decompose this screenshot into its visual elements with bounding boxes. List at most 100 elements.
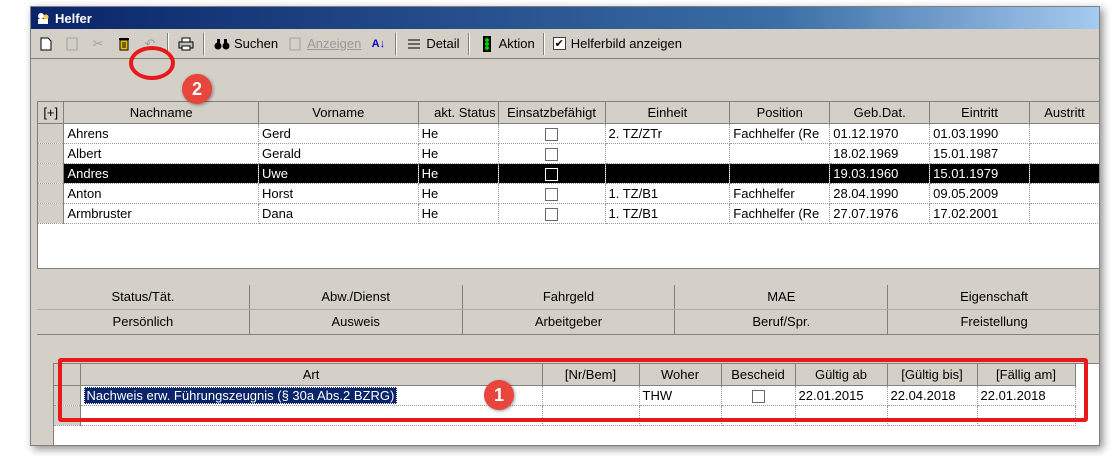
geb-cell[interactable]: 27.07.1976	[829, 203, 931, 224]
tab-row-1: Status/Tät. Abw./Dienst Fahrgeld MAE Eig…	[37, 285, 1099, 310]
position-cell[interactable]	[729, 163, 831, 184]
einsatzbefaehigt-cell[interactable]	[498, 163, 606, 184]
table-row[interactable]: Albert Gerald He 18.02.1969 15.01.1987	[38, 143, 1099, 164]
eintritt-cell[interactable]: 09.05.2009	[929, 183, 1031, 204]
print-button[interactable]	[173, 32, 199, 56]
tab-fahrgeld[interactable]: Fahrgeld	[463, 285, 676, 309]
status-cell[interactable]: He	[418, 123, 499, 144]
einsatzbefaehigt-checkbox[interactable]	[545, 127, 559, 141]
column-header[interactable]: akt. Status	[418, 102, 499, 124]
column-header[interactable]: Nachname	[63, 102, 260, 124]
trash-icon	[115, 35, 133, 53]
eintritt-cell[interactable]: 15.01.1979	[929, 163, 1031, 184]
table-row-selected[interactable]: Andres Uwe He 19.03.1960 15.01.1979	[38, 163, 1099, 184]
position-cell[interactable]: Fachhelfer	[729, 183, 831, 204]
tab-freistellung[interactable]: Freistellung	[888, 310, 1099, 335]
column-header[interactable]: Eintritt	[929, 102, 1031, 124]
eintritt-cell[interactable]: 01.03.1990	[929, 123, 1031, 144]
show-picture-checkbox[interactable]: ✔	[552, 37, 566, 50]
show-button[interactable]: Anzeigen	[282, 32, 365, 56]
column-header[interactable]: Austritt	[1029, 102, 1099, 124]
geb-cell[interactable]: 28.04.1990	[829, 183, 931, 204]
geb-cell[interactable]: 18.02.1969	[829, 143, 931, 164]
tab-beruf[interactable]: Beruf/Spr.	[675, 310, 889, 335]
table-row[interactable]: Armbruster Dana He 1. TZ/B1 Fachhelfer (…	[38, 203, 1099, 224]
row-selector[interactable]	[38, 163, 65, 184]
tab-status[interactable]: Status/Tät.	[37, 285, 250, 309]
position-cell[interactable]: Fachhelfer (Re	[729, 123, 831, 144]
status-cell[interactable]: He	[418, 203, 499, 224]
eintritt-cell[interactable]: 15.01.1987	[929, 143, 1031, 164]
einheit-cell[interactable]: 1. TZ/B1	[605, 203, 731, 224]
austritt-cell[interactable]	[1029, 183, 1099, 204]
austritt-cell[interactable]	[1029, 163, 1099, 184]
nachname-cell[interactable]: Armbruster	[63, 203, 260, 224]
position-cell[interactable]: Fachhelfer (Re	[729, 203, 831, 224]
column-header[interactable]: Einsatzbefähigt	[498, 102, 606, 124]
action-button[interactable]: Aktion	[474, 32, 539, 56]
einsatzbefaehigt-checkbox[interactable]	[545, 187, 559, 201]
printer-icon	[177, 35, 195, 53]
vorname-cell[interactable]: Gerald	[258, 143, 419, 164]
detail-button[interactable]: Detail	[401, 32, 463, 56]
eintritt-cell[interactable]: 17.02.2001	[929, 203, 1031, 224]
geb-cell[interactable]: 01.12.1970	[829, 123, 931, 144]
einsatzbefaehigt-cell[interactable]	[498, 203, 606, 224]
status-cell[interactable]: He	[418, 143, 499, 164]
column-header[interactable]: Position	[729, 102, 831, 124]
einheit-cell[interactable]	[605, 143, 731, 164]
einsatzbefaehigt-checkbox[interactable]	[545, 167, 559, 181]
table-row[interactable]: Anton Horst He 1. TZ/B1 Fachhelfer 28.04…	[38, 183, 1099, 204]
status-cell[interactable]: He	[418, 183, 499, 204]
cut-button[interactable]: ✂	[85, 32, 111, 56]
new-button[interactable]	[33, 32, 59, 56]
copy-button[interactable]	[59, 32, 85, 56]
vorname-cell[interactable]: Horst	[258, 183, 419, 204]
austritt-cell[interactable]	[1029, 123, 1099, 144]
position-cell[interactable]	[729, 143, 831, 164]
nachname-cell[interactable]: Albert	[63, 143, 260, 164]
vorname-cell[interactable]: Dana	[258, 203, 419, 224]
vorname-cell[interactable]: Uwe	[258, 163, 419, 184]
column-header[interactable]: Einheit	[605, 102, 731, 124]
tab-absence[interactable]: Abw./Dienst	[250, 285, 463, 309]
tab-arbeitgeber[interactable]: Arbeitgeber	[462, 310, 676, 335]
nachname-cell[interactable]: Ahrens	[63, 123, 260, 144]
einheit-cell[interactable]	[605, 163, 731, 184]
tab-persoenlich[interactable]: Persönlich	[37, 310, 250, 335]
einheit-cell[interactable]: 2. TZ/ZTr	[605, 123, 731, 144]
show-picture-toggle[interactable]: ✔ Helferbild anzeigen	[549, 32, 686, 56]
einsatzbefaehigt-cell[interactable]	[498, 183, 606, 204]
scissors-icon: ✂	[92, 35, 104, 51]
tab-eigenschaft[interactable]: Eigenschaft	[888, 285, 1099, 309]
toolbar-separator	[467, 32, 470, 55]
sort-button[interactable]: A↓	[365, 32, 391, 56]
einsatzbefaehigt-checkbox[interactable]	[545, 207, 559, 221]
row-selector[interactable]	[38, 203, 65, 224]
row-selector[interactable]	[38, 183, 65, 204]
search-button[interactable]: Suchen	[209, 32, 282, 56]
einsatzbefaehigt-cell[interactable]	[498, 123, 606, 144]
row-selector[interactable]	[38, 123, 65, 144]
nachname-cell[interactable]: Anton	[63, 183, 260, 204]
detail-tabs: Status/Tät. Abw./Dienst Fahrgeld MAE Eig…	[37, 285, 1099, 335]
column-header[interactable]: Geb.Dat.	[829, 102, 931, 124]
row-selector[interactable]	[38, 143, 65, 164]
expand-column-header[interactable]: [+]	[38, 102, 65, 124]
einsatzbefaehigt-cell[interactable]	[498, 143, 606, 164]
step-badge-1: 1	[484, 380, 514, 410]
status-cell[interactable]: He	[418, 163, 499, 184]
einheit-cell[interactable]: 1. TZ/B1	[605, 183, 731, 204]
show-document-icon	[286, 35, 304, 53]
austritt-cell[interactable]	[1029, 203, 1099, 224]
tab-mae[interactable]: MAE	[675, 285, 889, 309]
column-header[interactable]: Vorname	[258, 102, 419, 124]
einsatzbefaehigt-checkbox[interactable]	[545, 147, 559, 161]
austritt-cell[interactable]	[1029, 143, 1099, 164]
nachname-cell[interactable]: Andres	[63, 163, 260, 184]
geb-cell[interactable]: 19.03.1960	[829, 163, 931, 184]
table-row[interactable]: Ahrens Gerd He 2. TZ/ZTr Fachhelfer (Re …	[38, 123, 1099, 144]
tab-ausweis[interactable]: Ausweis	[249, 310, 463, 335]
helpers-table: [+] Nachname Vorname akt. Status Einsatz…	[38, 102, 1099, 224]
vorname-cell[interactable]: Gerd	[258, 123, 419, 144]
